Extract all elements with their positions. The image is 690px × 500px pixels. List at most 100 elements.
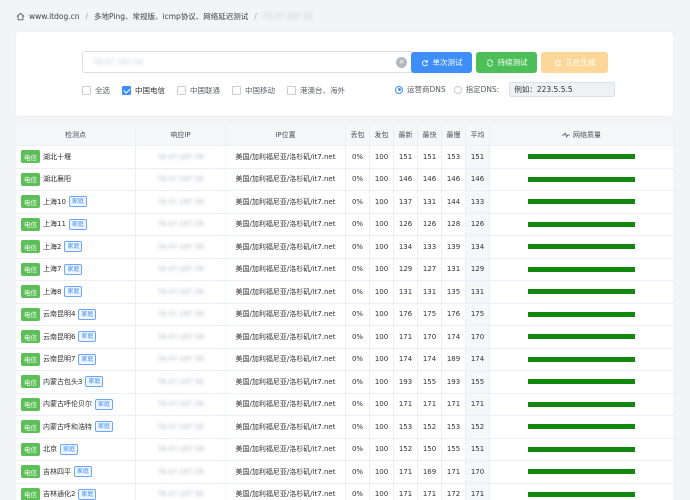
packet-loss: 0% bbox=[346, 348, 370, 370]
table-row[interactable]: 电信 内蒙古呼伦贝尔 家庭 78.47.187.56 美国/加利福尼亚/洛杉矶/it7.… bbox=[16, 393, 673, 416]
column-header[interactable]: 最快 bbox=[418, 125, 442, 145]
latency-avg: 151 bbox=[466, 146, 490, 168]
table-row[interactable]: 电信 北京 家庭 78.47.187.56 美国/加利福尼亚/洛杉矶/it7.net 0%… bbox=[16, 438, 673, 461]
table-row[interactable]: 电信 吉林通化2 家庭 78.47.187.56 美国/加利福尼亚/洛杉矶/it7.ne… bbox=[16, 483, 673, 500]
table-row[interactable]: 电信 云南昆明6 家庭 78.47.187.56 美国/加利福尼亚/洛杉矶/it7.ne… bbox=[16, 326, 673, 349]
target-input[interactable]: 78.47.187.56 × bbox=[82, 51, 414, 73]
column-header[interactable]: 发包 bbox=[370, 125, 394, 145]
ip-location: 美国/加利福尼亚/洛杉矶/it7.net bbox=[226, 168, 346, 190]
latency-avg: 171 bbox=[466, 393, 490, 415]
packet-loss: 0% bbox=[346, 438, 370, 460]
table-row[interactable]: 电信 湖北襄阳 78.47.187.56 美国/加利福尼亚/洛杉矶/it7.net 0%… bbox=[16, 168, 673, 191]
quality-bar bbox=[528, 266, 635, 272]
filter-overseas[interactable]: 港澳台、海外 bbox=[287, 85, 345, 96]
column-header[interactable]: 平均 bbox=[466, 125, 490, 145]
response-ip: 78.47.187.56 bbox=[136, 258, 226, 280]
node-cell: 电信 云南昆明4 家庭 bbox=[16, 303, 136, 325]
filter-telecom[interactable]: 中国电信 bbox=[122, 85, 165, 96]
node-name: 云南昆明6 bbox=[43, 332, 76, 341]
packets-sent: 100 bbox=[370, 326, 394, 348]
table-row[interactable]: 电信 上海7 家庭 78.47.187.56 美国/加利福尼亚/洛杉矶/it7.net 0… bbox=[16, 258, 673, 281]
column-header-quality[interactable]: 网络质量 bbox=[490, 125, 673, 145]
filter-mobile[interactable]: 中国移动 bbox=[232, 85, 275, 96]
table-row[interactable]: 电信 上海10 家庭 78.47.187.56 美国/加利福尼亚/洛杉矶/it7.net… bbox=[16, 191, 673, 214]
column-header[interactable]: 检测点 bbox=[16, 125, 136, 145]
quality-bar bbox=[528, 334, 635, 340]
table-row[interactable]: 电信 上海11 家庭 78.47.187.56 美国/加利福尼亚/洛杉矶/it7.net… bbox=[16, 213, 673, 236]
isp-filter-group: 全选 中国电信 中国联通 中国移动 港澳台、海外 bbox=[82, 84, 357, 96]
table-row[interactable]: 电信 云南昆明4 家庭 78.47.187.56 美国/加利福尼亚/洛杉矶/it7.ne… bbox=[16, 303, 673, 326]
table-row[interactable]: 电信 内蒙古包头3 家庭 78.47.187.56 美国/加利福尼亚/洛杉矶/it7.n… bbox=[16, 371, 673, 394]
quality-cell bbox=[490, 236, 673, 258]
radio[interactable] bbox=[453, 85, 462, 94]
table-row[interactable]: 电信 内蒙古呼和浩特 家庭 78.47.187.56 美国/加利福尼亚/洛杉矶/it7.… bbox=[16, 416, 673, 439]
latency-last: 134 bbox=[394, 236, 418, 258]
response-ip: 78.47.187.56 bbox=[136, 303, 226, 325]
table-row[interactable]: 电信 云南昆明7 家庭 78.47.187.56 美国/加利福尼亚/洛杉矶/it7.ne… bbox=[16, 348, 673, 371]
quality-cell bbox=[490, 371, 673, 393]
packets-sent: 100 bbox=[370, 168, 394, 190]
node-cell: 电信 云南昆明7 家庭 bbox=[16, 348, 136, 370]
table-body: 电信 湖北十堰 78.47.187.56 美国/加利福尼亚/洛杉矶/it7.net 0%… bbox=[16, 146, 673, 500]
ip-location: 美国/加利福尼亚/洛杉矶/it7.net bbox=[226, 236, 346, 258]
quality-cell bbox=[490, 281, 673, 303]
home-badge: 家庭 bbox=[85, 376, 104, 388]
clear-icon[interactable]: × bbox=[396, 57, 407, 68]
home-badge: 家庭 bbox=[95, 398, 114, 410]
radio-selected[interactable] bbox=[395, 85, 403, 94]
column-header[interactable]: 最慢 bbox=[442, 125, 466, 145]
node-cell: 电信 湖北襄阳 bbox=[16, 168, 136, 190]
packet-loss: 0% bbox=[346, 191, 370, 213]
node-name: 上海10 bbox=[43, 197, 66, 206]
table-row[interactable]: 电信 上海8 家庭 78.47.187.56 美国/加利福尼亚/洛杉矶/it7.net 0… bbox=[16, 281, 673, 304]
table-row[interactable]: 电信 湖北十堰 78.47.187.56 美国/加利福尼亚/洛杉矶/it7.net 0%… bbox=[16, 146, 673, 169]
column-header[interactable]: 丢包 bbox=[346, 125, 370, 145]
latency-last: 171 bbox=[394, 326, 418, 348]
checkbox[interactable] bbox=[287, 85, 296, 95]
table-row[interactable]: 电信 上海2 家庭 78.47.187.56 美国/加利福尼亚/洛杉矶/it7.net 0… bbox=[16, 236, 673, 259]
checkbox[interactable] bbox=[232, 85, 241, 95]
latency-avg: 171 bbox=[466, 483, 490, 500]
quality-bar bbox=[528, 176, 635, 182]
latency-worst: 146 bbox=[442, 168, 466, 190]
quality-bar bbox=[528, 221, 635, 227]
checkbox[interactable] bbox=[82, 85, 91, 95]
breadcrumb-site[interactable]: www.itdog.cn bbox=[29, 12, 80, 21]
home-icon[interactable] bbox=[16, 12, 25, 21]
quality-bar bbox=[528, 446, 635, 452]
node-cell: 电信 上海2 家庭 bbox=[16, 236, 136, 258]
isp-badge: 电信 bbox=[21, 285, 40, 299]
quality-bar bbox=[528, 401, 635, 407]
checkbox-checked[interactable] bbox=[122, 85, 131, 95]
node-cell: 电信 内蒙古呼和浩特 家庭 bbox=[16, 416, 136, 438]
continuous-test-button[interactable]: 持续测试 bbox=[476, 52, 537, 73]
ip-location: 美国/加利福尼亚/洛杉矶/it7.net bbox=[226, 303, 346, 325]
latency-worst: 193 bbox=[442, 371, 466, 393]
breadcrumb-page[interactable]: 多地Ping、常规版、icmp协议、网络延迟测试 bbox=[94, 11, 248, 22]
response-ip: 78.47.187.56 bbox=[136, 326, 226, 348]
column-header[interactable]: 最新 bbox=[394, 125, 418, 145]
quality-header-label: 网络质量 bbox=[573, 131, 601, 139]
dns-custom-radio[interactable]: 指定DNS: bbox=[453, 84, 499, 95]
single-test-button[interactable]: 单次测试 bbox=[411, 52, 472, 73]
isp-badge: 电信 bbox=[21, 442, 40, 456]
isp-badge: 电信 bbox=[21, 217, 40, 231]
packets-sent: 100 bbox=[370, 461, 394, 483]
filter-unicom[interactable]: 中国联通 bbox=[177, 85, 220, 96]
response-ip: 78.47.187.56 bbox=[136, 461, 226, 483]
column-header[interactable]: 响应IP bbox=[136, 125, 226, 145]
generating-button[interactable]: 正在生成 bbox=[541, 52, 608, 73]
latency-best: 171 bbox=[418, 483, 442, 500]
home-badge: 家庭 bbox=[78, 331, 97, 343]
isp-badge: 电信 bbox=[21, 150, 40, 164]
ip-location: 美国/加利福尼亚/洛杉矶/it7.net bbox=[226, 213, 346, 235]
filter-select-all[interactable]: 全选 bbox=[82, 85, 110, 96]
latency-last: 171 bbox=[394, 393, 418, 415]
custom-dns-input[interactable]: 例如：223.5.5.5 bbox=[509, 82, 616, 97]
table-row[interactable]: 电信 吉林四平 家庭 78.47.187.56 美国/加利福尼亚/洛杉矶/it7.net… bbox=[16, 461, 673, 484]
ip-location: 美国/加利福尼亚/洛杉矶/it7.net bbox=[226, 348, 346, 370]
home-badge: 家庭 bbox=[78, 488, 97, 500]
column-header[interactable]: IP位置 bbox=[226, 125, 346, 145]
checkbox[interactable] bbox=[177, 85, 186, 95]
dns-isp-radio[interactable]: 运营商DNS bbox=[395, 84, 446, 95]
